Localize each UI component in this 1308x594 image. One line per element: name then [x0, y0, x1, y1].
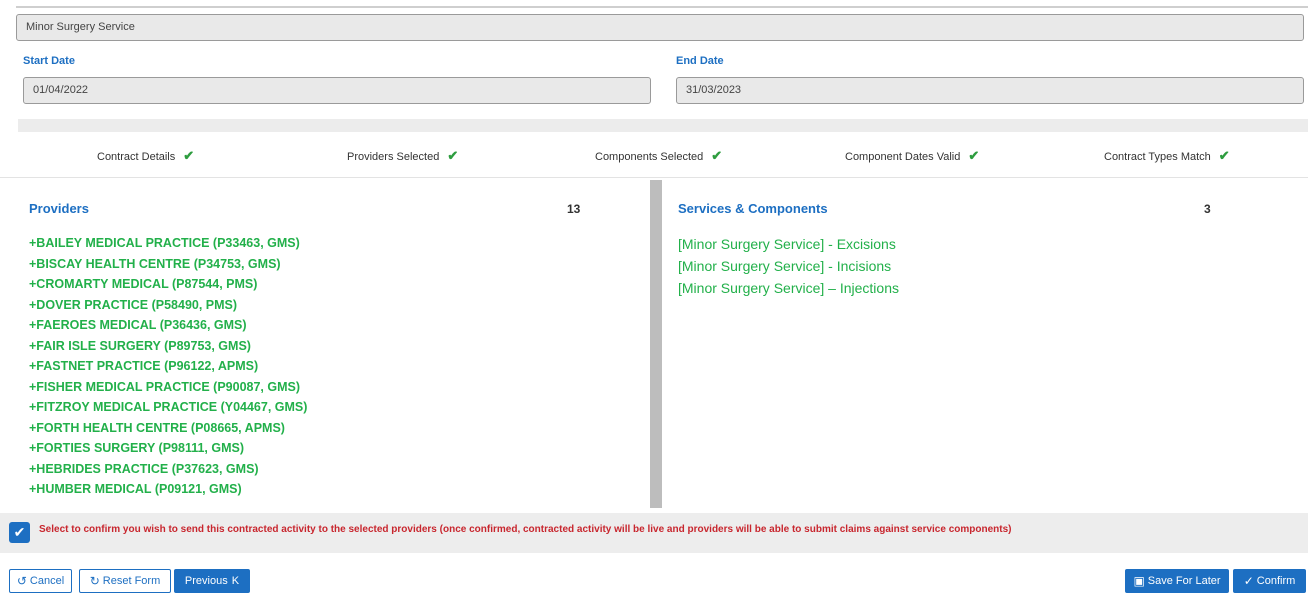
- step-providers-selected: Providers Selected ✔: [347, 148, 458, 164]
- service-component-item: [Minor Surgery Service] - Incisions: [678, 258, 892, 274]
- previous-label: Previous: [184, 575, 228, 587]
- provider-item: +FITZROY MEDICAL PRACTICE (Y04467, GMS): [29, 400, 308, 414]
- step-contract-details: Contract Details ✔: [97, 148, 194, 164]
- confirm-label: Confirm: [1256, 575, 1296, 587]
- undo-icon: ↺: [16, 574, 27, 588]
- provider-item: +BAILEY MEDICAL PRACTICE (P33463, GMS): [29, 236, 300, 250]
- cancel-label: Cancel: [29, 575, 65, 587]
- providers-count: 13: [567, 202, 581, 216]
- end-date-field[interactable]: 31/03/2023: [676, 77, 1304, 104]
- provider-item: +HEBRIDES PRACTICE (P37623, GMS): [29, 461, 259, 476]
- cancel-button[interactable]: ↺ Cancel: [9, 569, 72, 593]
- provider-item: +HUMBER MEDICAL (P09121, GMS): [29, 482, 242, 496]
- service-component-item: [Minor Surgery Service] - Excisions: [678, 236, 896, 252]
- provider-item: +BISCAY HEALTH CENTRE (P34753, GMS): [29, 256, 281, 271]
- step-label: Providers Selected: [347, 151, 440, 163]
- step-label: Components Selected: [595, 151, 704, 163]
- check-icon: ✔: [183, 148, 195, 163]
- provider-item: +FAIR ISLE SURGERY (P89753, GMS): [29, 338, 251, 353]
- step-components-selected: Components Selected ✔: [595, 148, 722, 164]
- check-icon: ✔: [447, 148, 459, 163]
- confirm-button[interactable]: ✓ Confirm: [1233, 569, 1306, 593]
- confirmation-bar: ✔ Select to confirm you wish to send thi…: [0, 513, 1308, 553]
- provider-item: +FASTNET PRACTICE (P96122, APMS): [29, 359, 259, 373]
- provider-item: +FORTIES SURGERY (P98111, GMS): [29, 441, 245, 455]
- end-date-value: 31/03/2023: [686, 84, 742, 96]
- step-component-dates-valid: Component Dates Valid ✔: [845, 148, 979, 164]
- confirm-checkbox[interactable]: ✔: [9, 522, 30, 543]
- provider-item: +FAEROES MEDICAL (P36436, GMS): [29, 318, 247, 332]
- contract-review-page: Minor Surgery Service Start Date 01/04/2…: [0, 0, 1308, 594]
- save-for-later-button[interactable]: ▣ Save For Later: [1125, 569, 1229, 593]
- save-icon: ▣: [1133, 574, 1145, 588]
- provider-item: +FISHER MEDICAL PRACTICE (P90087, GMS): [29, 379, 301, 394]
- save-label: Save For Later: [1147, 575, 1221, 587]
- check-icon: ✓: [1243, 574, 1254, 588]
- top-divider: [16, 6, 1308, 8]
- service-name-field[interactable]: Minor Surgery Service: [16, 14, 1304, 41]
- step-back-icon: K: [231, 575, 240, 587]
- reset-form-button[interactable]: ↻ Reset Form: [79, 569, 171, 593]
- provider-item: +DOVER PRACTICE (P58490, PMS): [29, 297, 238, 312]
- step-contract-types-match: Contract Types Match ✔: [1104, 148, 1230, 164]
- column-scrollbar[interactable]: [650, 180, 662, 508]
- step-label: Component Dates Valid: [845, 151, 961, 163]
- previous-button[interactable]: Previous K: [174, 569, 250, 593]
- check-icon: ✔: [1218, 148, 1230, 163]
- confirmation-text: Select to confirm you wish to send this …: [39, 524, 1012, 535]
- providers-list: +BAILEY MEDICAL PRACTICE (P33463, GMS) +…: [29, 233, 369, 500]
- validation-steps: Contract Details ✔ Providers Selected ✔ Co…: [0, 140, 1308, 178]
- services-list: [Minor Surgery Service] - Excisions [Min…: [678, 233, 1078, 299]
- services-count: 3: [1204, 202, 1211, 216]
- service-name-value: Minor Surgery Service: [26, 21, 135, 33]
- check-icon: ✔: [968, 148, 980, 163]
- section-separator: [18, 119, 1308, 132]
- start-date-value: 01/04/2022: [33, 84, 89, 96]
- step-label: Contract Types Match: [1104, 151, 1211, 163]
- start-date-label: Start Date: [23, 55, 75, 67]
- services-title: Services & Components: [678, 201, 828, 216]
- provider-item: +CROMARTY MEDICAL (P87544, PMS): [29, 277, 258, 291]
- step-label: Contract Details: [97, 151, 176, 163]
- reset-form-label: Reset Form: [102, 575, 161, 587]
- providers-title: Providers: [29, 201, 89, 216]
- service-component-item: [Minor Surgery Service] – Injections: [678, 280, 899, 296]
- end-date-label: End Date: [676, 55, 724, 67]
- provider-item: +FORTH HEALTH CENTRE (P08665, APMS): [29, 420, 285, 435]
- redo-icon: ↻: [89, 574, 100, 588]
- check-icon: ✔: [711, 148, 723, 163]
- start-date-field[interactable]: 01/04/2022: [23, 77, 651, 104]
